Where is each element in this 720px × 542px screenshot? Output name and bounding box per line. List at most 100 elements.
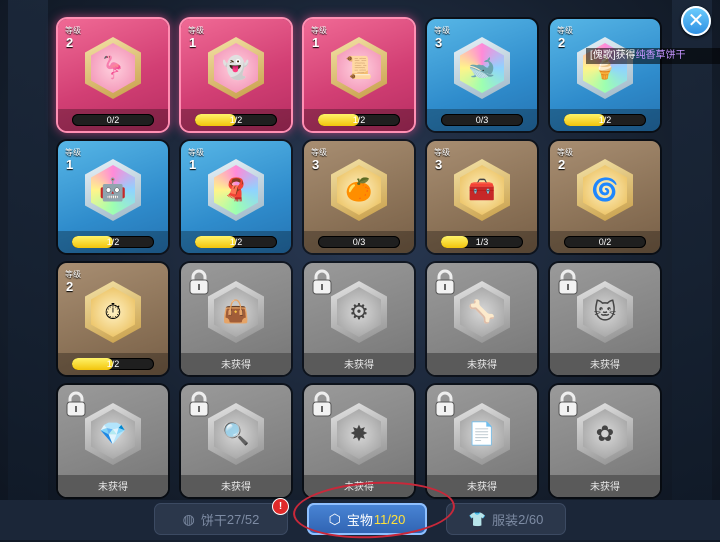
map-scroll-icon: 📜 — [337, 43, 381, 93]
lock-icon — [189, 269, 209, 295]
treasure-card[interactable]: 🦴 未获得 — [427, 263, 537, 375]
level-value: 3 — [312, 157, 320, 172]
level-value: 3 — [435, 157, 443, 172]
treasure-card[interactable]: 🐱 未获得 — [550, 263, 660, 375]
tab-cookies[interactable]: ◍ 饼干 27/52 — [154, 503, 288, 535]
progress-text: 1/3 — [475, 237, 489, 247]
purple-roll-icon: 🌀 — [583, 165, 627, 215]
treasure-card[interactable]: ⚙ 未获得 — [304, 263, 414, 375]
lock-icon — [66, 391, 86, 417]
locked-label: 未获得 — [467, 482, 497, 493]
treasure-card[interactable]: 🔍 未获得 — [181, 385, 291, 497]
lock-icon — [312, 269, 332, 295]
progress-bar: 1/2 — [72, 358, 154, 370]
treasure-card[interactable]: 等级 3 🧰 1/3 — [427, 141, 537, 253]
progress-bar: 1/2 — [72, 236, 154, 248]
close-icon: ✕ — [687, 10, 705, 32]
progress-bar: 0/2 — [72, 114, 154, 126]
treasure-card[interactable]: 等级 1 👻 1/2 — [181, 19, 291, 131]
cloth-icon: 🧣 — [214, 165, 258, 215]
progress-text: 1/2 — [106, 237, 120, 247]
treasure-card[interactable]: 等级 2 🦩 0/2 — [58, 19, 168, 131]
progress-text: 1/2 — [352, 115, 366, 125]
level-value: 2 — [558, 35, 566, 50]
progress-bar: 1/3 — [441, 236, 523, 248]
robot-head-icon: 🤖 — [91, 165, 135, 215]
progress-bar: 0/3 — [441, 114, 523, 126]
shirt-icon: 👕 — [468, 510, 487, 527]
progress-bar: 1/2 — [195, 114, 277, 126]
locked-label: 未获得 — [344, 360, 374, 371]
tab-cookies-label: 饼干 — [200, 512, 227, 528]
lock-icon — [435, 269, 455, 295]
bone-icon: 🦴 — [460, 287, 504, 337]
flamingo-icon: 🦩 — [91, 43, 135, 93]
level-value: 2 — [66, 35, 74, 50]
level-value: 1 — [189, 157, 197, 172]
progress-text: 0/2 — [598, 237, 612, 247]
ghost-icon: 👻 — [214, 43, 258, 93]
flower-badge-icon: ✿ — [583, 409, 627, 459]
gear-creature-icon: ⚙ — [337, 287, 381, 337]
progress-bar: 1/2 — [564, 114, 646, 126]
treasure-card[interactable]: 📄 未获得 — [427, 385, 537, 497]
lock-icon — [435, 391, 455, 417]
locked-label: 未获得 — [221, 482, 251, 493]
progress-text: 0/2 — [106, 115, 120, 125]
treasure-card[interactable]: ✸ 未获得 — [304, 385, 414, 497]
level-value: 3 — [435, 35, 443, 50]
level-value: 1 — [189, 35, 197, 50]
lock-icon — [312, 391, 332, 417]
treasure-grid: 等级 2 🦩 0/2 等级 1 👻 1/2 等级 1 📜 1/2 等级 3 🐋 0/3 等级 2 🍦 1/2 等级 1 🤖 1… — [0, 0, 720, 500]
progress-text: 0/3 — [352, 237, 366, 247]
locked-label: 未获得 — [590, 482, 620, 493]
treasure-card[interactable]: 等级 1 🧣 1/2 — [181, 141, 291, 253]
treasure-card[interactable]: 等级 3 🍊 0/3 — [304, 141, 414, 253]
lock-icon — [558, 391, 578, 417]
bag-icon: 👜 — [214, 287, 258, 337]
level-value: 1 — [312, 35, 320, 50]
progress-text: 1/2 — [598, 115, 612, 125]
tab-costumes-label: 服装 — [492, 512, 519, 528]
locked-label: 未获得 — [98, 482, 128, 493]
orange-slime-icon: 🍊 — [337, 165, 381, 215]
progress-bar: 0/2 — [564, 236, 646, 248]
treasure-chest-icon: 🧰 — [460, 165, 504, 215]
treasure-card[interactable]: 👜 未获得 — [181, 263, 291, 375]
progress-text: 0/3 — [475, 115, 489, 125]
notification-badge: ! — [273, 499, 288, 514]
treasure-card[interactable]: 💎 未获得 — [58, 385, 168, 497]
level-value: 2 — [66, 279, 74, 294]
cookie-icon: ◍ — [182, 510, 195, 527]
progress-bar: 1/2 — [195, 236, 277, 248]
progress-bar: 1/2 — [318, 114, 400, 126]
treasure-card[interactable]: 等级 2 🌀 0/2 — [550, 141, 660, 253]
cat-mask-icon: 🐱 — [583, 287, 627, 337]
lock-icon — [558, 269, 578, 295]
treasure-card[interactable]: ✿ 未获得 — [550, 385, 660, 497]
lock-icon — [189, 391, 209, 417]
progress-bar: 0/3 — [318, 236, 400, 248]
treasure-card[interactable]: 等级 3 🐋 0/3 — [427, 19, 537, 131]
progress-text: 1/2 — [229, 237, 243, 247]
treasure-card[interactable]: 等级 1 📜 1/2 — [304, 19, 414, 131]
tab-cookies-count: 27/52 — [226, 511, 260, 527]
locked-label: 未获得 — [467, 360, 497, 371]
locked-label: 未获得 — [221, 360, 251, 371]
close-button[interactable]: ✕ — [681, 6, 711, 36]
locked-label: 未获得 — [590, 360, 620, 371]
scroll-document-icon: 📄 — [460, 409, 504, 459]
level-value: 2 — [558, 157, 566, 172]
gem-icon: 💎 — [91, 409, 135, 459]
pocket-watch-icon: ⏱ — [91, 287, 135, 337]
splash-icon: ✸ — [337, 409, 381, 459]
treasure-card[interactable]: 等级 1 🤖 1/2 — [58, 141, 168, 253]
tab-costumes-count: 2/60 — [518, 511, 544, 527]
level-value: 1 — [66, 157, 74, 172]
acquisition-notice: [傀歌]获得纯香草饼干 — [586, 48, 720, 64]
treasure-card[interactable]: 等级 2 🍦 1/2 — [550, 19, 660, 131]
tab-costumes[interactable]: 👕 服装 2/60 — [446, 503, 566, 535]
treasure-card[interactable]: 等级 2 ⏱ 1/2 — [58, 263, 168, 375]
magnifier-icon: 🔍 — [214, 409, 258, 459]
progress-text: 1/2 — [106, 359, 120, 369]
